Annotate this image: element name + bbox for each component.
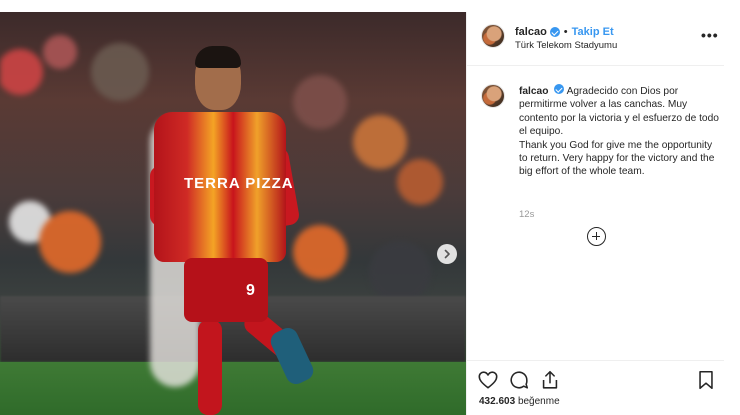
jersey-number: 9 — [246, 282, 255, 299]
post-actions: 432.603 beğenme — [467, 360, 724, 415]
player-shorts — [184, 258, 268, 322]
heart-icon[interactable] — [477, 369, 499, 391]
separator-dot: • — [563, 26, 568, 38]
instagram-post: TERRA PIZZA 9 falcao • Takip Et Türk Tel… — [0, 0, 740, 415]
chevron-right-icon — [444, 249, 450, 259]
bookmark-icon[interactable] — [695, 369, 717, 391]
caption-text: Agradecido con Dios por permitirme volve… — [519, 86, 719, 178]
verified-badge-icon — [549, 27, 560, 37]
caption-username-link[interactable]: falcao — [519, 86, 548, 97]
post-timestamp[interactable]: 12s — [519, 209, 534, 220]
player-boot — [267, 324, 317, 388]
comment-icon[interactable] — [508, 369, 530, 391]
follow-button[interactable]: Takip Et — [572, 26, 614, 38]
header-user-line: falcao • Takip Et — [515, 26, 614, 38]
avatar[interactable] — [481, 24, 505, 48]
username-link[interactable]: falcao — [515, 26, 547, 38]
post-photo[interactable]: TERRA PIZZA 9 — [0, 12, 466, 415]
share-icon[interactable] — [539, 369, 561, 391]
jersey-sponsor-text: TERRA PIZZA — [184, 175, 294, 192]
player-hair — [195, 46, 241, 68]
more-options-icon[interactable]: ••• — [701, 28, 719, 42]
next-photo-button[interactable] — [437, 244, 457, 264]
photo-player: TERRA PIZZA 9 — [150, 46, 317, 415]
post-caption: falcao Agradecido con Dios por permitirm… — [519, 84, 719, 179]
verified-badge-icon — [554, 84, 565, 94]
post-sidebar: falcao • Takip Et Türk Telekom Stadyumu … — [466, 12, 724, 415]
likes-count-line[interactable]: 432.603 beğenme — [479, 396, 560, 407]
likes-count: 432.603 — [479, 396, 516, 407]
caption-avatar[interactable] — [481, 84, 505, 108]
location-link[interactable]: Türk Telekom Stadyumu — [515, 40, 617, 51]
post-header: falcao • Takip Et Türk Telekom Stadyumu … — [467, 12, 724, 66]
player-left-leg — [198, 320, 222, 415]
plus-circle-icon[interactable] — [587, 227, 606, 246]
likes-label: beğenme — [517, 396, 560, 407]
